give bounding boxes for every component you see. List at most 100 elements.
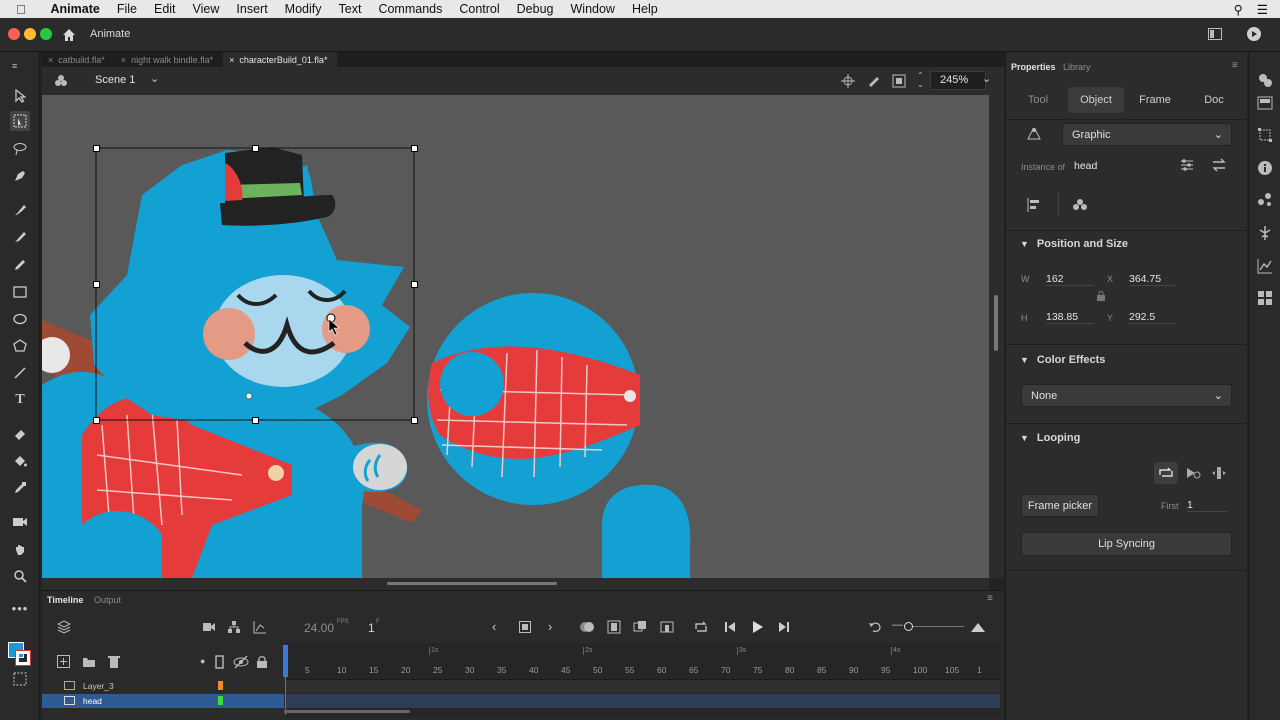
fps-value[interactable]: 24.00	[304, 621, 334, 635]
position-size-header[interactable]: ▼ Position and Size	[1020, 238, 1128, 250]
lock-layer-icon[interactable]	[256, 655, 268, 669]
menu-app-name[interactable]: Animate	[42, 2, 108, 16]
layer-color-swatch[interactable]	[218, 696, 223, 705]
properties-tab[interactable]: Properties	[1011, 62, 1056, 72]
new-layer-icon[interactable]	[57, 655, 70, 668]
looping-header[interactable]: ▼ Looping	[1020, 432, 1080, 444]
zoom-window-button[interactable]	[40, 28, 52, 40]
tab-frame[interactable]: Frame	[1129, 87, 1181, 113]
menu-view[interactable]: View	[184, 2, 228, 16]
info-icon[interactable]	[1257, 160, 1273, 176]
apple-icon[interactable]: 	[0, 2, 42, 17]
menu-file[interactable]: File	[108, 2, 145, 16]
zoom-tool-icon[interactable]	[10, 566, 30, 586]
layer-row-selected[interactable]: head	[42, 694, 284, 708]
fill-color-swatch[interactable]	[16, 651, 30, 665]
menu-control[interactable]: Control	[451, 2, 508, 16]
symbol-type-select[interactable]: Graphic ⌄	[1062, 123, 1232, 146]
subselection-tool-icon[interactable]	[10, 111, 30, 131]
grip-icon[interactable]: ≡	[12, 61, 17, 71]
scroll-thumb[interactable]	[994, 295, 998, 351]
play-icon[interactable]	[750, 620, 764, 634]
fluid-brush-icon[interactable]	[10, 200, 30, 220]
step-back-icon[interactable]	[723, 620, 737, 634]
close-tab-icon[interactable]: ×	[121, 55, 126, 65]
polystar-tool-icon[interactable]	[10, 336, 30, 356]
frame-range-icon[interactable]	[633, 620, 647, 634]
scroll-thumb[interactable]	[387, 582, 557, 585]
eyedropper-tool-icon[interactable]	[10, 478, 30, 498]
stage-horizontal-scrollbar[interactable]	[42, 578, 989, 590]
layer-row[interactable]: Layer_3	[42, 679, 284, 693]
search-icon[interactable]: ⚲	[1234, 2, 1243, 17]
first-frame-field[interactable]: 1	[1187, 499, 1227, 512]
more-tools-icon[interactable]: •••	[10, 598, 30, 618]
chevron-down-icon[interactable]: ⌄	[150, 72, 159, 85]
hide-layer-icon[interactable]	[233, 655, 249, 669]
timeline-scroll-thumb[interactable]	[284, 710, 410, 713]
scene-name[interactable]: Scene 1	[95, 74, 135, 86]
lock-proportions-icon[interactable]	[1096, 290, 1106, 302]
next-keyframe-icon[interactable]: ›	[548, 619, 552, 634]
object-drawing-icon[interactable]	[10, 669, 30, 689]
brush-tool-icon[interactable]	[10, 227, 30, 247]
new-folder-icon[interactable]	[82, 656, 96, 668]
rotate-stage-icon[interactable]	[866, 74, 880, 88]
home-icon[interactable]	[61, 27, 77, 42]
menu-modify[interactable]: Modify	[276, 2, 330, 16]
panel-menu-icon[interactable]: ≡	[1232, 60, 1238, 71]
align-panel-icon[interactable]	[1026, 197, 1042, 213]
assets-icon[interactable]	[1257, 72, 1273, 88]
height-field[interactable]: 138.85	[1046, 311, 1094, 324]
frame-picker-button[interactable]: Frame picker	[1021, 494, 1099, 517]
layer-name[interactable]: head	[83, 696, 102, 706]
color-effects-header[interactable]: ▼ Color Effects	[1020, 354, 1105, 366]
insert-keyframe-icon[interactable]	[519, 621, 531, 633]
center-stage-icon[interactable]	[841, 74, 855, 88]
undo-zoom-icon[interactable]	[868, 620, 882, 634]
step-forward-icon[interactable]	[777, 620, 791, 634]
library-tab[interactable]: Library	[1063, 62, 1091, 72]
edit-instance-settings-icon[interactable]	[1179, 157, 1195, 173]
test-movie-icon[interactable]	[1246, 26, 1262, 42]
frame-row-selected[interactable]	[285, 694, 1000, 708]
oval-tool-icon[interactable]	[10, 309, 30, 329]
loop-playback-icon[interactable]	[694, 620, 708, 634]
doc-tab[interactable]: × catbuild.fla*	[42, 52, 115, 67]
menu-edit[interactable]: Edit	[145, 2, 184, 16]
menu-insert[interactable]: Insert	[228, 2, 276, 16]
swap-symbol-icon[interactable]	[1211, 157, 1227, 173]
output-tab[interactable]: Output	[94, 595, 121, 605]
layers-icon[interactable]	[57, 620, 71, 634]
color-swatches[interactable]	[8, 642, 32, 666]
eraser-tool-icon[interactable]	[10, 424, 30, 444]
close-tab-icon[interactable]: ×	[229, 55, 234, 65]
line-tool-icon[interactable]	[10, 363, 30, 383]
color-panel-icon[interactable]	[1257, 192, 1273, 208]
asset-warp-icon[interactable]	[1257, 225, 1273, 241]
y-field[interactable]: 292.5	[1129, 311, 1177, 324]
doc-tab-active[interactable]: × characterBuild_01.fla*	[223, 52, 338, 67]
highlight-layer-icon[interactable]: ●	[200, 656, 205, 666]
zoom-input[interactable]: 245%	[930, 71, 986, 90]
layer-color-swatch[interactable]	[218, 681, 223, 690]
motion-editor-icon[interactable]	[1257, 258, 1273, 274]
zoom-in-frames-icon[interactable]	[970, 621, 986, 633]
onion-skin-icon[interactable]	[579, 621, 595, 633]
lasso-tool-icon[interactable]	[10, 139, 30, 159]
rectangle-tool-icon[interactable]	[10, 282, 30, 302]
transform-handle[interactable]	[411, 281, 418, 288]
frame-row[interactable]	[285, 679, 1000, 693]
camera-tool-icon[interactable]	[10, 512, 30, 532]
hand-tool-icon[interactable]	[10, 539, 30, 559]
timeline-tab[interactable]: Timeline	[47, 595, 83, 605]
add-camera-icon[interactable]	[202, 621, 216, 633]
menu-text[interactable]: Text	[330, 2, 370, 16]
timeline-menu-icon[interactable]: ≡	[987, 593, 993, 604]
menu-commands[interactable]: Commands	[370, 2, 451, 16]
transform-handle[interactable]	[93, 417, 100, 424]
selection-tool-icon[interactable]	[10, 86, 30, 106]
panel-layout-icon[interactable]	[1208, 28, 1222, 40]
delete-layer-icon[interactable]	[108, 655, 120, 669]
instance-name[interactable]: head	[1074, 160, 1097, 172]
